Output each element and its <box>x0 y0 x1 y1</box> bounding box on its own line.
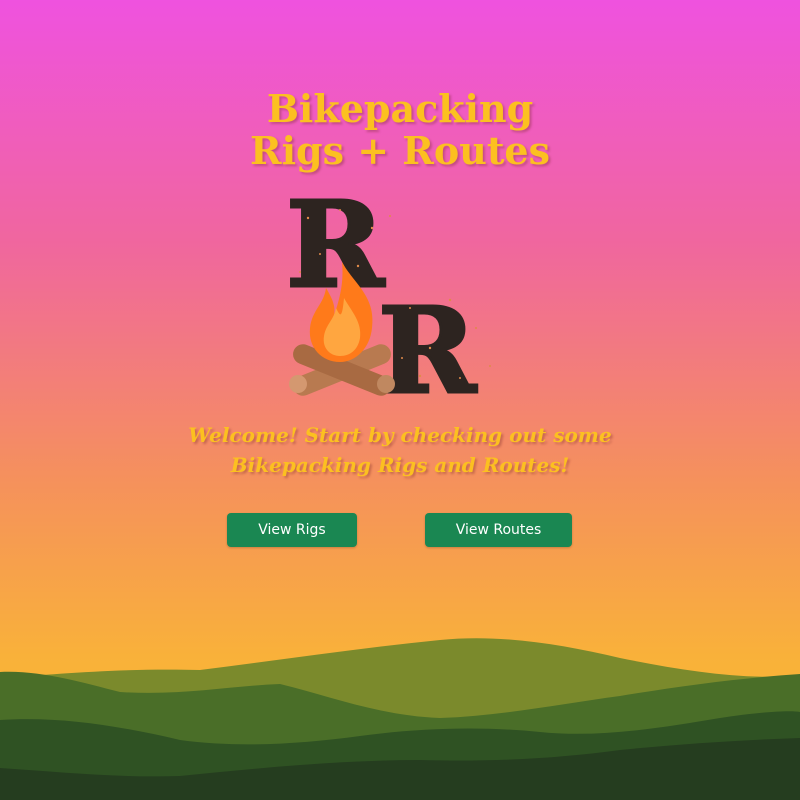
logo-letter-r-top: R <box>286 188 385 314</box>
view-routes-button[interactable]: View Routes <box>425 513 572 547</box>
mountain-landscape <box>0 638 800 800</box>
title-line-2: Rigs + Routes <box>250 128 550 173</box>
rr-campfire-logo: R R <box>285 188 491 408</box>
welcome-message: Welcome! Start by checking out some Bike… <box>0 420 800 480</box>
welcome-line-2: Bikepacking Rigs and Routes! <box>230 453 570 477</box>
welcome-line-1: Welcome! Start by checking out some <box>188 423 612 447</box>
view-rigs-button[interactable]: View Rigs <box>227 513 357 547</box>
title-line-1: Bikepacking <box>266 86 534 131</box>
page-title: Bikepacking Rigs + Routes <box>0 88 800 172</box>
